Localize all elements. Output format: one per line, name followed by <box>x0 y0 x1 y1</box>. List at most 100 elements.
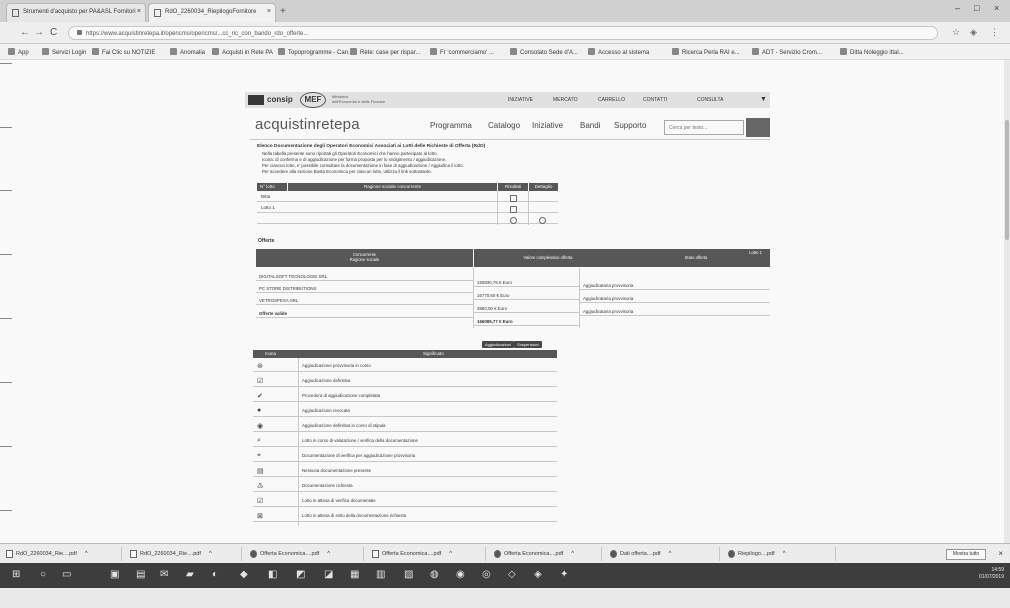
app-icon[interactable]: ◧ <box>268 569 277 580</box>
topnav-contatti[interactable]: CONTATTI <box>643 97 667 103</box>
app-icon[interactable]: ▦ <box>350 569 359 580</box>
download-item[interactable]: Offerta Economica....pdf ^ <box>370 547 486 561</box>
download-item[interactable]: Riepilogo....pdf ^ <box>726 547 836 561</box>
back-button[interactable]: ← <box>20 27 30 38</box>
app-icon[interactable]: ▣ <box>110 569 119 580</box>
chevron-up-icon[interactable]: ^ <box>327 551 330 557</box>
nav-bandi[interactable]: Bandi <box>580 121 600 130</box>
app-icon[interactable]: ◇ <box>508 569 516 580</box>
app-icon[interactable]: ◍ <box>430 569 439 580</box>
new-tab-button[interactable]: + <box>280 6 286 17</box>
chevron-up-icon[interactable]: ^ <box>449 551 452 557</box>
close-icon[interactable]: × <box>137 8 141 15</box>
minimize-button[interactable]: – <box>955 3 960 13</box>
bookmark-item[interactable]: Fr 'commerciamo' ... <box>430 48 494 56</box>
scrollbar-thumb[interactable] <box>1005 120 1009 240</box>
search-icon[interactable]: ○ <box>40 569 46 580</box>
task-view-icon[interactable]: ▭ <box>62 569 71 580</box>
bookmark-item[interactable]: Topoprogramme - Can... <box>278 48 353 56</box>
document-icon[interactable] <box>510 206 517 213</box>
topnav-iniziative[interactable]: INIZIATIVE <box>508 97 533 103</box>
nav-programma[interactable]: Programma <box>430 121 472 130</box>
bookmark-item[interactable]: ADT - Servizio Crom... <box>752 48 822 56</box>
bookmark-item[interactable]: Consolato Sede d'A... <box>510 48 578 56</box>
legend-row: ♳ Documentazione richiesta <box>253 480 557 492</box>
download-name: RdO_2260034_Rie....pdf <box>140 551 201 557</box>
extension-icon[interactable]: ◈ <box>970 27 977 38</box>
forward-button[interactable]: → <box>34 27 44 38</box>
tab-rdo[interactable]: RdO_2260034_RiepilogoFornitore × <box>148 3 276 22</box>
consip-wordmark[interactable]: consip <box>267 95 293 104</box>
chevron-up-icon[interactable]: ^ <box>783 551 786 557</box>
chevron-up-icon[interactable]: ^ <box>209 551 212 557</box>
show-all-downloads-button[interactable]: Mostra tutto <box>946 549 986 560</box>
address-bar[interactable]: https://www.acquistinretepa.it/opencms/o… <box>68 26 938 40</box>
sospensioni-button[interactable]: Sospensioni <box>514 341 542 348</box>
app-icon[interactable]: ✦ <box>560 569 568 580</box>
download-item[interactable]: RdO_2260034_Rie....pdf ^ <box>4 547 122 561</box>
menu-icon[interactable]: ⋮ <box>990 27 999 38</box>
aggiudicazione-provvisoria-icon: ⊛ <box>257 363 263 370</box>
bookmark-item[interactable]: Anomalia <box>170 48 205 56</box>
bookmark-icon <box>212 48 219 55</box>
app-icon[interactable]: ◆ <box>240 569 248 580</box>
screenshot: Strumenti d'acquisto per PA&ASL Fornitor… <box>0 0 1010 588</box>
topnav-mercato[interactable]: MERCATO <box>553 97 578 103</box>
chevron-down-icon[interactable]: ▼ <box>760 96 767 103</box>
reload-button[interactable]: C <box>50 27 57 38</box>
close-window-button[interactable]: × <box>994 3 999 13</box>
close-icon[interactable]: × <box>267 8 271 15</box>
nav-iniziative[interactable]: Iniziative <box>532 121 563 130</box>
app-icon[interactable]: ◎ <box>482 569 491 580</box>
app-icon[interactable]: ◩ <box>296 569 305 580</box>
bookmark-item[interactable]: Acquisti in Rete PA <box>212 48 273 56</box>
site-search-input[interactable]: Cerca per testo... <box>664 120 744 135</box>
app-icon[interactable]: ◈ <box>534 569 542 580</box>
site-brand[interactable]: acquistinretepa <box>255 116 360 133</box>
bookmark-item[interactable]: Servizi Login <box>42 48 86 56</box>
app-icon[interactable]: ▤ <box>136 569 145 580</box>
download-item[interactable]: Offerta Economica....pdf ^ <box>248 547 364 561</box>
system-tray-clock[interactable]: 14:59 01/07/2019 <box>979 567 1004 581</box>
chrome-icon[interactable]: ◉ <box>456 569 465 580</box>
folder-icon[interactable]: ▰ <box>186 569 194 580</box>
close-icon[interactable]: × <box>998 549 1003 558</box>
topnav-carrello[interactable]: CARRELLO <box>598 97 625 103</box>
bookmark-item[interactable]: Fai Clic su NOTIZIE <box>92 48 155 56</box>
bookmark-item[interactable]: Rete: case per rispar... <box>350 48 420 56</box>
bookmark-item[interactable]: Ditta Noleggio ittal... <box>840 48 904 56</box>
chevron-up-icon[interactable]: ^ <box>571 551 574 557</box>
bookmark-item[interactable]: Ricerca Perla RAI e... <box>672 48 740 56</box>
bookmark-item[interactable]: App <box>8 48 29 56</box>
arrow-right-icon[interactable] <box>539 217 546 224</box>
download-item[interactable]: RdO_2260034_Rie....pdf ^ <box>128 547 242 561</box>
chevron-up-icon[interactable]: ^ <box>85 551 88 557</box>
checkbox-icon: ☑ <box>257 378 264 385</box>
app-icon[interactable]: ◐ <box>212 569 218 580</box>
scrollbar[interactable] <box>1004 60 1010 553</box>
document-icon[interactable] <box>510 195 517 202</box>
star-icon[interactable]: ☆ <box>952 27 960 38</box>
mef-subtitle: Ministero dell'Economia e delle Finanze <box>332 94 385 104</box>
maximize-button[interactable]: □ <box>974 3 979 13</box>
download-item[interactable]: Offerta Economica....pdf ^ <box>492 547 602 561</box>
nav-catalogo[interactable]: Catalogo <box>488 121 520 130</box>
legend-row: ⊛ Aggiudicazione provvisoria in corso <box>253 360 557 372</box>
arrow-right-icon[interactable] <box>510 217 517 224</box>
mef-logo[interactable]: MEF <box>300 92 326 108</box>
aggiudicazioni-button[interactable]: Aggiudicazioni <box>482 341 514 348</box>
nav-supporto[interactable]: Supporto <box>614 121 646 130</box>
chevron-up-icon[interactable]: ^ <box>669 551 672 557</box>
topnav-consulta[interactable]: CONSULTA <box>697 97 723 103</box>
download-item[interactable]: Dati offerta....pdf ^ <box>608 547 720 561</box>
tab-strumenti[interactable]: Strumenti d'acquisto per PA&ASL Fornitor… <box>6 3 146 22</box>
app-icon[interactable]: ▥ <box>376 569 385 580</box>
windows-start-icon[interactable]: ⊞ <box>12 569 20 580</box>
file-icon <box>250 550 257 558</box>
search-button[interactable] <box>746 118 770 137</box>
bookmark-item[interactable]: Accesso al sistema <box>588 48 649 56</box>
app-icon[interactable]: ◪ <box>324 569 333 580</box>
mail-icon[interactable]: ✉ <box>160 569 168 580</box>
app-icon[interactable]: ▧ <box>404 569 413 580</box>
consip-logo[interactable] <box>248 95 264 105</box>
